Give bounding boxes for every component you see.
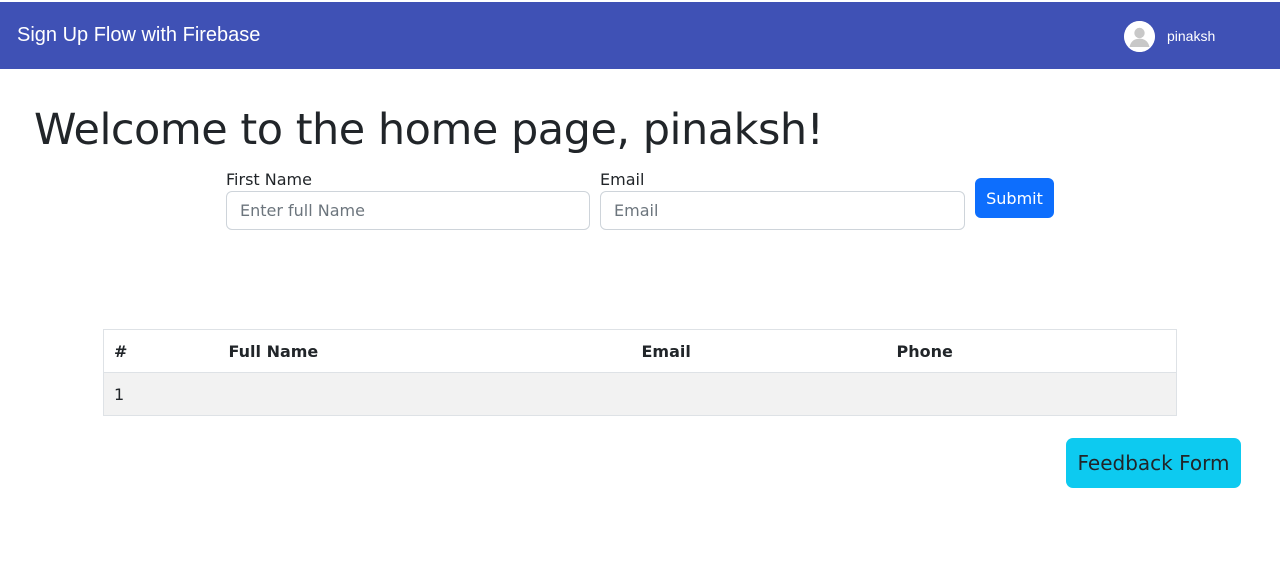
table-header-row: # Full Name Email Phone [103,329,1177,373]
column-header-full-name: Full Name [218,329,632,373]
first-name-label: First Name [226,170,312,189]
email-input[interactable] [600,191,965,230]
top-app-bar: Sign Up Flow with Firebase pinaksh [0,2,1280,69]
users-table: # Full Name Email Phone 1 [103,329,1177,416]
table-cell-full-name [218,372,632,416]
table-cell-phone [886,372,1177,416]
feedback-form-button[interactable]: Feedback Form [1066,438,1241,488]
user-avatar-icon [1124,20,1155,52]
table-cell-number: 1 [103,372,219,416]
username-label: pinaksh [1167,28,1216,44]
table-row: 1 [103,372,1177,416]
table-cell-email [631,372,887,416]
submit-button[interactable]: Submit [975,178,1054,218]
first-name-input[interactable] [226,191,590,230]
column-header-number: # [103,329,219,373]
app-title: Sign Up Flow with Firebase [17,24,261,46]
page-title: Welcome to the home page, pinaksh! [34,105,824,155]
user-menu[interactable]: pinaksh [1124,20,1215,52]
column-header-email: Email [631,329,887,373]
email-label: Email [600,170,645,189]
column-header-phone: Phone [886,329,1177,373]
